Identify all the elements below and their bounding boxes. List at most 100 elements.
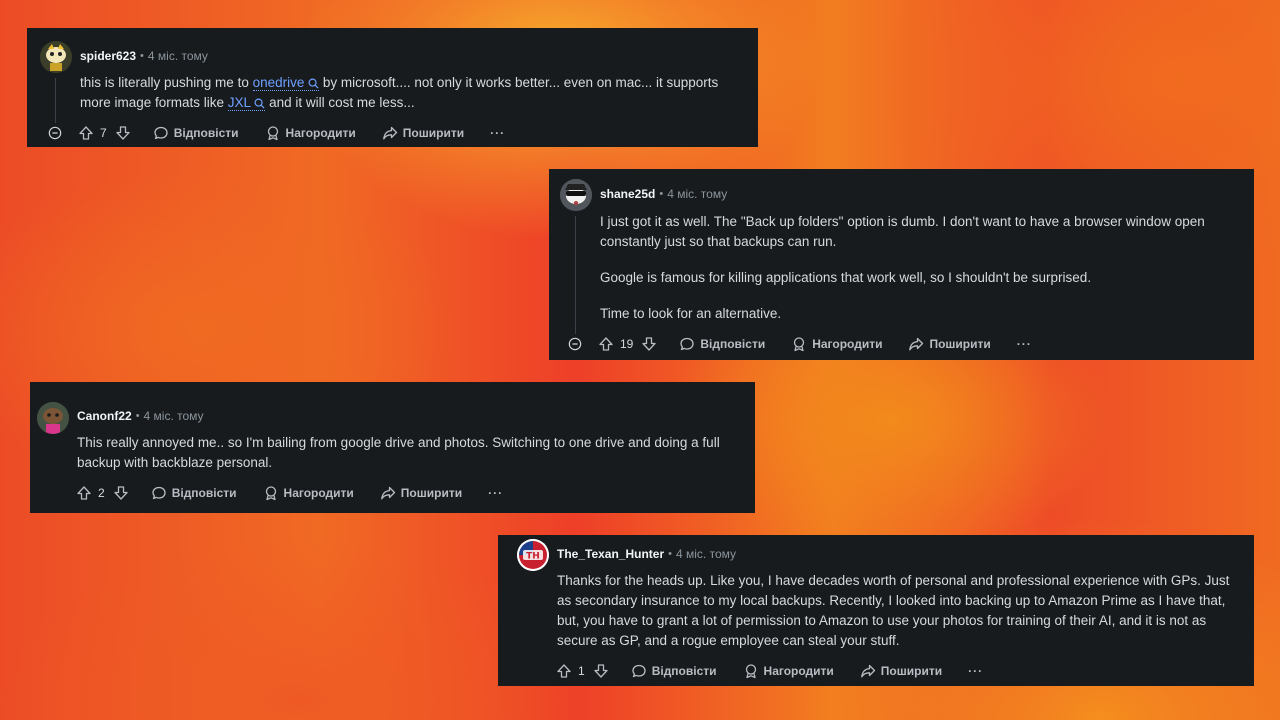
avatar[interactable] [40,41,72,73]
reply-label: Відповісти [651,664,717,678]
comment-card-shane25d: shane25d • 4 міс. тому I just got it as … [549,169,1254,360]
upvote-icon [557,664,571,678]
share-icon [860,664,875,678]
comment-body: I just got it as well. The "Back up fold… [600,212,1245,324]
upvote-button[interactable] [598,336,614,352]
share-button[interactable]: Поширити [382,125,464,141]
reply-button[interactable]: Відповісти [631,663,717,679]
search-link-onedrive[interactable]: onedrive [252,75,320,91]
downvote-icon [116,126,130,140]
more-options-button[interactable]: ··· [490,126,505,140]
reply-icon [152,486,166,500]
share-button[interactable]: Поширити [380,485,462,501]
more-options-button[interactable]: ··· [1017,337,1032,351]
downvote-button[interactable] [641,336,657,352]
reply-button[interactable]: Відповісти [679,336,765,352]
downvote-button[interactable] [113,485,129,501]
reply-label: Відповісти [700,337,766,351]
avatar[interactable] [560,179,592,211]
comment-card-the-texan-hunter: TH The_Texan_Hunter • 4 міс. тому Thanks… [498,535,1254,686]
reply-label: Відповісти [171,486,237,500]
collapse-icon [48,126,62,140]
collapse-button[interactable] [48,126,62,140]
award-button[interactable]: Нагородити [263,485,354,501]
snoo-avatar-icon [40,41,72,73]
separator-dot: • [668,548,672,560]
thread-line[interactable] [55,78,56,123]
share-label: Поширити [880,664,943,678]
comment-card-spider623: spider623 • 4 міс. тому this is literall… [27,28,758,147]
comment-paragraph: Time to look for an alternative. [600,306,782,321]
reply-icon [154,126,168,140]
thread-line[interactable] [575,216,576,334]
vote-count: 7 [100,126,107,140]
award-label: Нагородити [763,664,834,678]
award-icon [794,337,805,352]
share-label: Поширити [402,126,465,140]
vote-count: 19 [620,337,634,351]
avatar-letters: TH [526,552,540,562]
timestamp[interactable]: 4 міс. тому [148,49,208,63]
more-options-button[interactable]: ··· [488,486,503,500]
timestamp[interactable]: 4 міс. тому [676,547,736,561]
snoo-avatar-icon [560,179,592,211]
comment-body: This really annoyed me.. so I'm bailing … [77,433,749,473]
award-button[interactable]: Нагородити [743,663,834,679]
comment-card-canonf22: Canonf22 • 4 міс. тому This really annoy… [30,382,755,513]
award-label: Нагородити [283,486,354,500]
share-icon [382,126,397,140]
award-label: Нагородити [285,126,356,140]
reply-icon [632,664,646,678]
downvote-icon [594,664,608,678]
award-button[interactable]: Нагородити [265,125,356,141]
upvote-button[interactable] [76,485,92,501]
award-icon [267,126,278,141]
share-button[interactable]: Поширити [908,336,991,352]
username[interactable]: Canonf22 [77,409,132,423]
reply-label: Відповісти [173,126,239,140]
username[interactable]: spider623 [80,49,136,63]
comment-paragraph: Google is famous for killing application… [600,270,1092,285]
upvote-icon [599,337,613,351]
more-options-button[interactable]: ··· [968,664,983,678]
comment-paragraph: Thanks for the heads up. Like you, I hav… [557,573,1230,648]
reply-button[interactable]: Відповісти [151,485,237,501]
upvote-button[interactable] [78,125,94,141]
vote-count: 2 [98,486,105,500]
comment-body: this is literally pushing me to onedrive… [80,73,750,113]
reply-icon [680,337,695,351]
upvote-button[interactable] [556,663,572,679]
share-label: Поширити [929,337,991,351]
logo-avatar-icon: TH [517,539,549,571]
avatar[interactable]: TH [517,539,549,571]
search-icon [254,98,265,109]
separator-dot: • [135,410,140,422]
upvote-icon [79,126,93,140]
downvote-button[interactable] [115,125,131,141]
share-button[interactable]: Поширити [860,663,942,679]
award-button[interactable]: Нагородити [791,336,882,352]
username[interactable]: The_Texan_Hunter [557,547,664,561]
downvote-icon [642,337,657,351]
search-icon [308,78,319,89]
timestamp[interactable]: 4 міс. тому [144,409,204,423]
collapse-icon [568,337,582,351]
body-text: and it will cost me less... [265,95,415,110]
body-text: this is literally pushing me to [80,75,253,90]
comment-paragraph: I just got it as well. The "Back up fold… [600,214,1205,249]
separator-dot: • [140,50,144,62]
timestamp[interactable]: 4 міс. тому [667,187,727,201]
vote-count: 1 [578,664,585,678]
avatar[interactable] [37,402,69,434]
downvote-button[interactable] [593,663,609,679]
comment-body: Thanks for the heads up. Like you, I hav… [557,571,1245,651]
share-icon [909,337,924,351]
share-icon [380,486,395,500]
search-link-jxl[interactable]: JXL [227,95,266,111]
award-label: Нагородити [812,337,883,351]
reply-button[interactable]: Відповісти [153,125,239,141]
award-icon [745,664,756,679]
username[interactable]: shane25d [600,187,655,201]
snoo-avatar-icon [37,402,69,434]
collapse-button[interactable] [568,337,582,351]
